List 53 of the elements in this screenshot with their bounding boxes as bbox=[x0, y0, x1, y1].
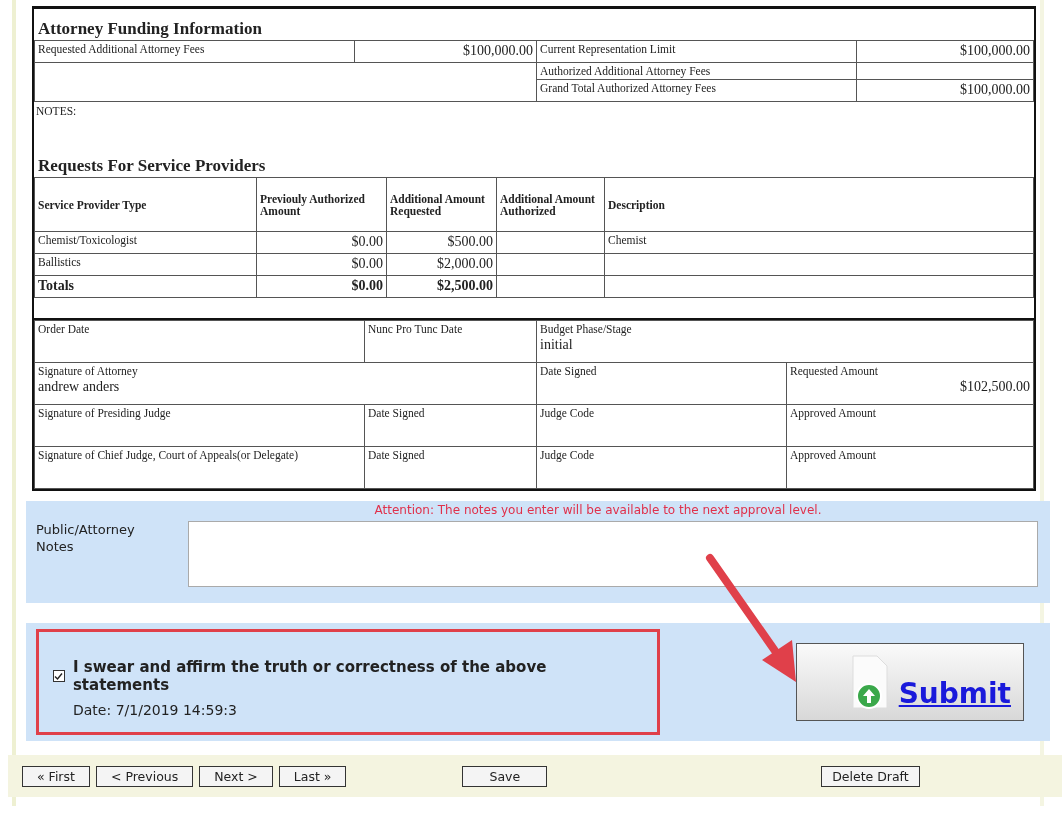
table-cell: Signature of Presiding Judge bbox=[34, 404, 365, 447]
delete-draft-button[interactable]: Delete Draft bbox=[821, 765, 920, 787]
table-cell: Signature of Attorney andrew anders bbox=[34, 362, 537, 405]
notes-label: Public/Attorney Notes bbox=[36, 521, 136, 556]
table-cell: Totals bbox=[34, 275, 257, 298]
table-cell: $0.00 bbox=[256, 253, 387, 276]
upload-icon bbox=[850, 654, 891, 710]
nav-button[interactable]: < Previous bbox=[95, 765, 194, 787]
column-header: Additional Amount Authorized bbox=[496, 177, 605, 232]
table-cell: Authorized Additional Attorney Fees bbox=[536, 62, 857, 80]
table-cell: $0.00 bbox=[256, 275, 387, 298]
table-cell: Grand Total Authorized Attorney Fees bbox=[536, 79, 857, 102]
table-cell: Order Date bbox=[34, 320, 365, 363]
table-cell: $100,000.00 bbox=[354, 40, 537, 63]
table-cell: Chemist bbox=[604, 231, 1034, 254]
table-cell: Date Signed bbox=[536, 362, 787, 405]
table-cell: Requested Amount $102,500.00 bbox=[786, 362, 1034, 405]
save-button[interactable]: Save bbox=[462, 765, 548, 787]
table-cell: Current Representation Limit bbox=[536, 40, 857, 63]
nav-button[interactable]: Last » bbox=[278, 765, 347, 787]
table-cell: $100,000.00 bbox=[856, 79, 1034, 102]
table-cell: Approved Amount bbox=[786, 404, 1034, 447]
affirmation-date: Date: 7/1/2019 14:59:3 bbox=[73, 702, 238, 718]
nav-button[interactable]: Next > bbox=[199, 765, 273, 787]
table-cell: $2,500.00 bbox=[386, 275, 497, 298]
column-header: Previouly Authorized Amount bbox=[256, 177, 387, 232]
table-cell: Date Signed bbox=[364, 404, 537, 447]
table-cell: Judge Code bbox=[536, 404, 787, 447]
column-header: Service Provider Type bbox=[34, 177, 257, 232]
attention-message: Attention: The notes you enter will be available to the next approval level. bbox=[373, 503, 823, 517]
table-cell: $100,000.00 bbox=[856, 40, 1034, 63]
section-title: Attorney Funding Information bbox=[37, 18, 263, 40]
table-cell: Ballistics bbox=[34, 253, 257, 276]
affirmation-text: I swear and affirm the truth or correctness of the above statements bbox=[72, 658, 548, 694]
column-header: Additional Amount Requested bbox=[386, 177, 497, 232]
nav-button[interactable]: « First bbox=[22, 765, 90, 787]
table-cell: $500.00 bbox=[386, 231, 497, 254]
table-cell: Judge Code bbox=[536, 446, 787, 489]
submit-button[interactable]: Submit bbox=[796, 643, 1024, 721]
column-header: Description bbox=[604, 177, 1034, 232]
table-cell: Signature of Chief Judge, Court of Appeals(or Delegate) bbox=[34, 446, 365, 489]
checkbox[interactable] bbox=[53, 670, 65, 682]
table-cell: Requested Additional Attorney Fees bbox=[34, 40, 355, 63]
table-cell: Chemist/Toxicologist bbox=[34, 231, 257, 254]
section-title: Requests For Service Providers bbox=[37, 155, 267, 177]
table-cell: $0.00 bbox=[256, 231, 387, 254]
notes-field[interactable] bbox=[188, 521, 1038, 587]
table-cell: Budget Phase/Stage initial bbox=[536, 320, 1034, 363]
table-cell: Approved Amount bbox=[786, 446, 1034, 489]
table-cell: Date Signed bbox=[364, 446, 537, 489]
table-cell: Nunc Pro Tunc Date bbox=[364, 320, 537, 363]
notes-label: NOTES: bbox=[36, 105, 77, 117]
table-cell: $2,000.00 bbox=[386, 253, 497, 276]
